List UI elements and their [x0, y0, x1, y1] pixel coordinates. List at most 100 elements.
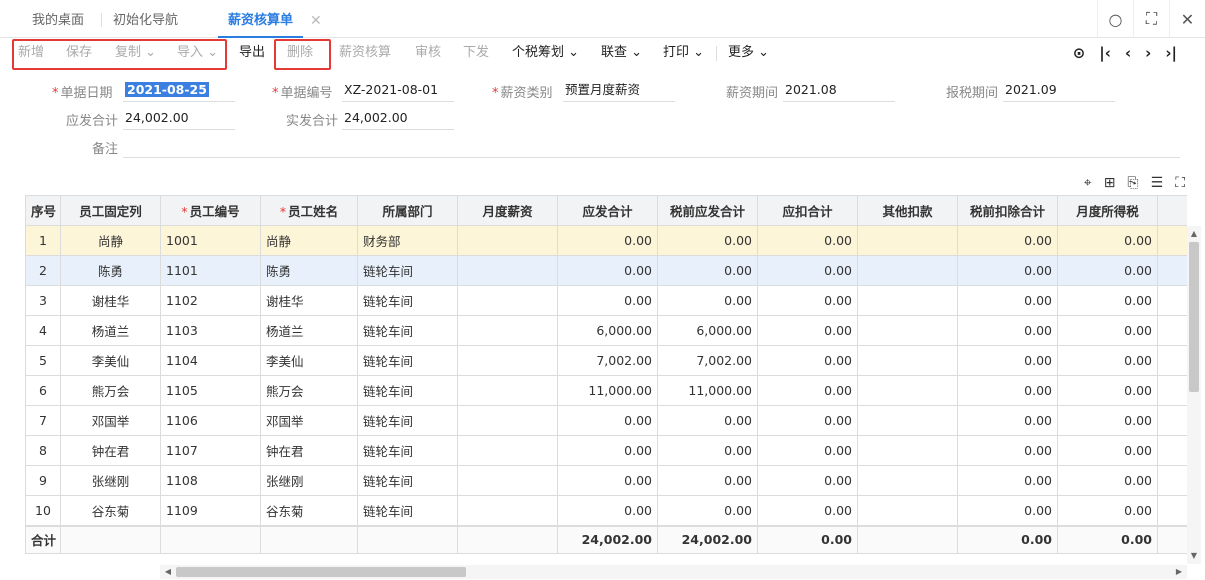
expand-icon[interactable]: ⛶: [1175, 175, 1185, 191]
row-monthly[interactable]: [457, 465, 558, 496]
row-name[interactable]: 谢桂华: [260, 285, 358, 316]
row-dept[interactable]: 链轮车间: [357, 435, 458, 466]
row-monthly[interactable]: [457, 225, 558, 256]
link-query-button[interactable]: 联查 ⌄: [601, 38, 642, 68]
row-code[interactable]: 1109: [160, 495, 261, 526]
row-pretax-gross[interactable]: 7,002.00: [657, 345, 758, 376]
table-row[interactable]: 9 张继刚 1108 张继刚 链轮车间 0.00 0.00 0.00 0.00 0.00: [25, 465, 1187, 496]
table-row[interactable]: 2 陈勇 1101 陈勇 链轮车间 0.00 0.00 0.00 0.00 0.00: [25, 255, 1187, 286]
row-code[interactable]: 1103: [160, 315, 261, 346]
row-deduct[interactable]: 0.00: [757, 435, 858, 466]
row-pretax-deduct[interactable]: 0.00: [957, 375, 1058, 406]
row-gross[interactable]: 6,000.00: [557, 315, 658, 346]
row-pretax-deduct[interactable]: 0.00: [957, 405, 1058, 436]
row-pretax-deduct[interactable]: 0.00: [957, 435, 1058, 466]
row-pretax-deduct[interactable]: 0.00: [957, 495, 1058, 526]
row-fixed[interactable]: 杨道兰: [60, 315, 161, 346]
col-header-no[interactable]: 序号: [25, 195, 61, 226]
row-code[interactable]: 1107: [160, 435, 261, 466]
tab-salary-calculation[interactable]: 薪资核算单: [217, 0, 304, 38]
row-fixed[interactable]: 邓国举: [60, 405, 161, 436]
row-pretax-gross[interactable]: 0.00: [657, 225, 758, 256]
save-button[interactable]: 保存: [66, 38, 92, 68]
row-pretax-gross[interactable]: 0.00: [657, 495, 758, 526]
tax-period-field[interactable]: 2021.09: [1003, 80, 1115, 102]
row-dept[interactable]: 链轮车间: [357, 375, 458, 406]
row-no[interactable]: 1: [25, 225, 61, 256]
row-other[interactable]: [857, 465, 958, 496]
row-pretax-deduct[interactable]: 0.00: [957, 315, 1058, 346]
row-other[interactable]: [857, 405, 958, 436]
salary-type-field[interactable]: 预置月度薪资: [563, 80, 675, 102]
row-tax[interactable]: 0.00: [1057, 255, 1158, 286]
row-fixed[interactable]: 尚静: [60, 225, 161, 256]
row-no[interactable]: 8: [25, 435, 61, 466]
row-pretax-deduct[interactable]: 0.00: [957, 225, 1058, 256]
row-pretax-gross[interactable]: 11,000.00: [657, 375, 758, 406]
table-row[interactable]: 8 钟在君 1107 钟在君 链轮车间 0.00 0.00 0.00 0.00 0.00: [25, 435, 1187, 466]
row-name[interactable]: 邓国举: [260, 405, 358, 436]
row-deduct[interactable]: 0.00: [757, 315, 858, 346]
row-pretax-deduct[interactable]: 0.00: [957, 345, 1058, 376]
more-button[interactable]: 更多 ⌄: [728, 38, 769, 68]
row-code[interactable]: 1105: [160, 375, 261, 406]
col-header-dept[interactable]: 所属部门: [357, 195, 458, 226]
row-tax[interactable]: 0.00: [1057, 465, 1158, 496]
row-monthly[interactable]: [457, 375, 558, 406]
col-header-fixed[interactable]: 员工固定列: [60, 195, 161, 226]
delete-button[interactable]: 删除: [287, 38, 313, 68]
row-dept[interactable]: 链轮车间: [357, 285, 458, 316]
row-monthly[interactable]: [457, 255, 558, 286]
row-no[interactable]: 4: [25, 315, 61, 346]
row-gross[interactable]: 0.00: [557, 435, 658, 466]
scroll-right-icon[interactable]: ▶: [1173, 565, 1185, 579]
row-pretax-deduct[interactable]: 0.00: [957, 465, 1058, 496]
row-tax[interactable]: 0.00: [1057, 405, 1158, 436]
row-no[interactable]: 3: [25, 285, 61, 316]
row-other[interactable]: [857, 285, 958, 316]
row-name[interactable]: 张继刚: [260, 465, 358, 496]
row-name[interactable]: 杨道兰: [260, 315, 358, 346]
row-deduct[interactable]: 0.00: [757, 285, 858, 316]
row-tax[interactable]: 0.00: [1057, 285, 1158, 316]
row-other[interactable]: [857, 345, 958, 376]
row-monthly[interactable]: [457, 495, 558, 526]
new-button[interactable]: 新增: [18, 38, 44, 68]
table-row[interactable]: 3 谢桂华 1102 谢桂华 链轮车间 0.00 0.00 0.00 0.00 0.00: [25, 285, 1187, 316]
fullscreen-icon[interactable]: ⛶: [1133, 0, 1169, 38]
doc-date-field[interactable]: 2021-08-25: [123, 80, 235, 102]
row-other[interactable]: [857, 315, 958, 346]
row-gross[interactable]: 0.00: [557, 495, 658, 526]
row-code[interactable]: 1101: [160, 255, 261, 286]
add-row-icon[interactable]: ⊞: [1104, 175, 1116, 191]
row-other[interactable]: [857, 225, 958, 256]
row-gross[interactable]: 0.00: [557, 255, 658, 286]
col-header-name[interactable]: * 员工姓名: [260, 195, 358, 226]
row-fixed[interactable]: 谢桂华: [60, 285, 161, 316]
table-row[interactable]: 5 李美仙 1104 李美仙 链轮车间 7,002.00 7,002.00 0.00 0.00 0…: [25, 345, 1187, 376]
scroll-up-icon[interactable]: ▲: [1187, 228, 1201, 240]
tab-my-desktop[interactable]: 我的桌面: [32, 0, 84, 38]
row-no[interactable]: 2: [25, 255, 61, 286]
salary-calc-button[interactable]: 薪资核算: [339, 38, 391, 68]
row-deduct[interactable]: 0.00: [757, 375, 858, 406]
row-name[interactable]: 熊万会: [260, 375, 358, 406]
row-pretax-gross[interactable]: 0.00: [657, 255, 758, 286]
column-settings-icon[interactable]: ☰: [1151, 175, 1164, 191]
row-dept[interactable]: 链轮车间: [357, 345, 458, 376]
row-tax[interactable]: 0.00: [1057, 345, 1158, 376]
prev-record-icon[interactable]: ‹: [1125, 44, 1131, 62]
horizontal-scrollbar[interactable]: ◀ ▶: [160, 565, 1187, 579]
row-gross[interactable]: 11,000.00: [557, 375, 658, 406]
horizontal-scroll-thumb[interactable]: [176, 567, 466, 577]
row-pretax-gross[interactable]: 0.00: [657, 435, 758, 466]
row-monthly[interactable]: [457, 315, 558, 346]
row-code[interactable]: 1102: [160, 285, 261, 316]
row-code[interactable]: 1104: [160, 345, 261, 376]
col-header-pretax-gross[interactable]: 税前应发合计: [657, 195, 758, 226]
row-fixed[interactable]: 李美仙: [60, 345, 161, 376]
salary-period-field[interactable]: 2021.08: [783, 80, 895, 102]
row-name[interactable]: 尚静: [260, 225, 358, 256]
row-pretax-deduct[interactable]: 0.00: [957, 285, 1058, 316]
table-row[interactable]: 10 谷东菊 1109 谷东菊 链轮车间 0.00 0.00 0.00 0.00 0.00: [25, 495, 1187, 526]
